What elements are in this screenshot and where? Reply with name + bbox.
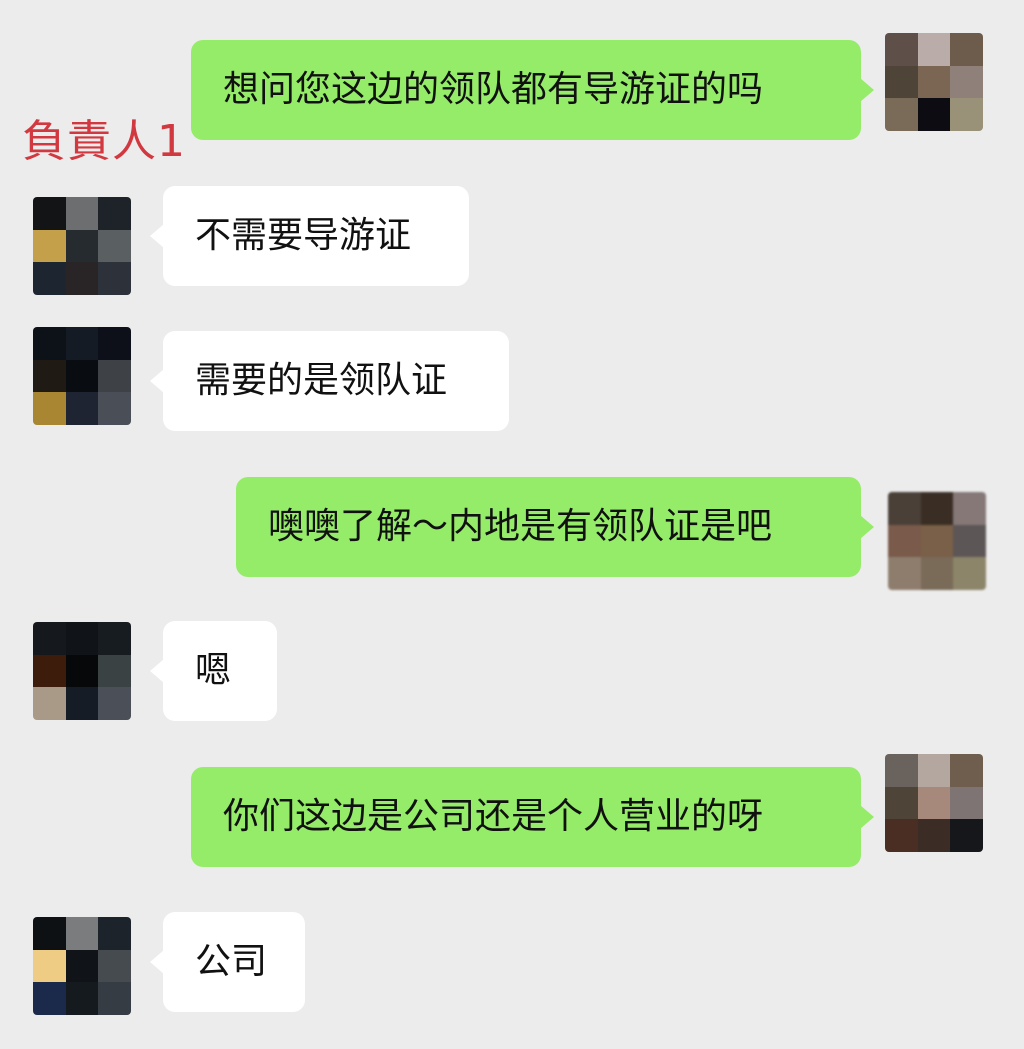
- message-bubble-incoming[interactable]: 公司: [150, 912, 305, 1012]
- self-avatar[interactable]: [885, 33, 983, 131]
- message-bubble-outgoing[interactable]: 噢噢了解～内地是有领队证是吧: [236, 477, 874, 577]
- self-avatar[interactable]: [885, 754, 983, 852]
- contact-avatar[interactable]: [33, 622, 131, 720]
- contact-avatar[interactable]: [33, 917, 131, 1015]
- message-bubble-incoming[interactable]: 需要的是领队证: [150, 331, 509, 431]
- message-bubble-incoming[interactable]: 不需要导游证: [150, 186, 469, 286]
- contact-avatar[interactable]: [33, 327, 131, 425]
- annotation-label: 負責人1: [22, 116, 186, 167]
- message-bubble-outgoing[interactable]: 你们这边是公司还是个人营业的呀: [191, 767, 874, 867]
- contact-avatar[interactable]: [33, 197, 131, 295]
- self-avatar[interactable]: [888, 492, 986, 590]
- message-bubble-incoming[interactable]: 嗯: [150, 621, 277, 721]
- message-bubble-outgoing[interactable]: 想问您这边的领队都有导游证的吗: [191, 40, 874, 140]
- chat-area: 負責人1 想问您这边的领队都有导游证的吗 不需要导游证 需要的是领队证 噢噢了解…: [0, 0, 1024, 1049]
